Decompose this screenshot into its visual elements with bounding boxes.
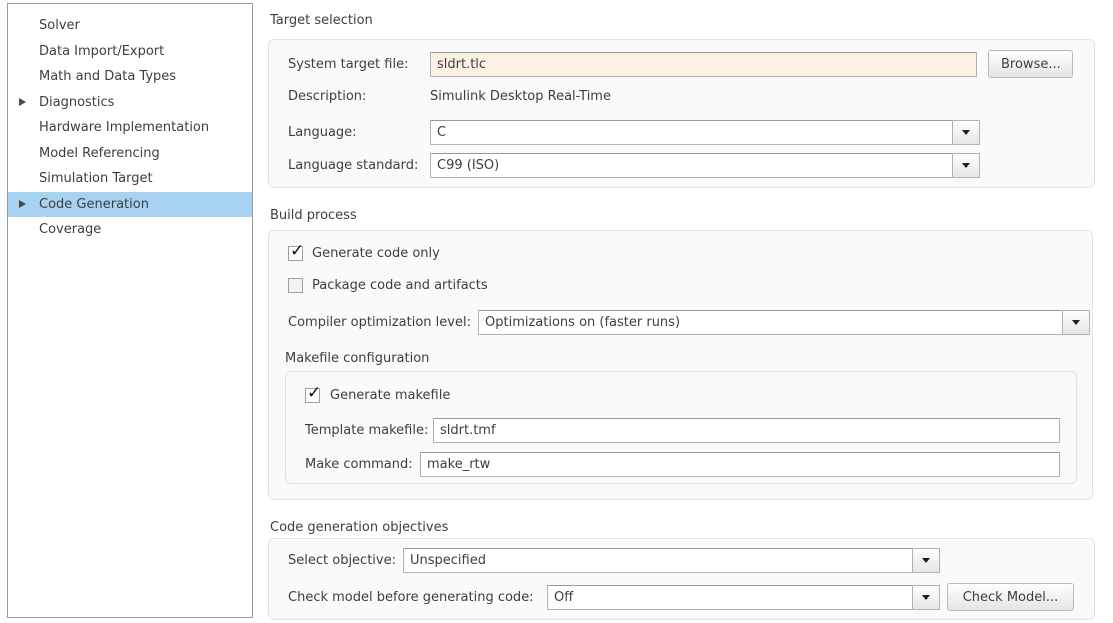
check-model-label: Check model before generating code: [288,585,534,610]
language-value[interactable]: C [430,120,953,145]
description-label: Description: [288,84,366,109]
check-model-value[interactable]: Off [547,585,913,610]
select-objective-dropdown[interactable]: Unspecified [403,548,940,573]
compiler-optimization-label: Compiler optimization level: [288,310,471,335]
package-code-label: Package code and artifacts [312,277,488,294]
description-value: Simulink Desktop Real-Time [430,84,611,109]
chevron-down-icon [922,558,930,563]
language-standard-label: Language standard: [288,153,418,178]
generate-code-only-label: Generate code only [312,245,440,262]
sidebar-item-code-generation[interactable]: Code Generation [8,192,252,218]
sidebar-item-label: Hardware Implementation [39,120,209,135]
config-pane-tree: Solver Data Import/Export Math and Data … [7,3,253,618]
sidebar-item-label: Model Referencing [39,146,160,161]
generate-makefile-label: Generate makefile [330,387,450,404]
chevron-down-icon [962,163,970,168]
generate-makefile-checkbox[interactable] [305,388,320,403]
language-label: Language: [288,120,357,145]
sidebar-item-hardware-implementation[interactable]: Hardware Implementation [8,115,252,141]
dropdown-arrow-button[interactable] [953,153,980,178]
select-objective-label: Select objective: [288,548,396,573]
expander-icon[interactable] [19,98,26,106]
make-command-input[interactable] [420,452,1060,477]
makefile-configuration-title: Makefile configuration [285,346,429,371]
sidebar-item-data-import-export[interactable]: Data Import/Export [8,39,252,65]
generate-code-only-checkbox[interactable] [288,246,303,261]
language-standard-value[interactable]: C99 (ISO) [430,153,953,178]
compiler-optimization-value[interactable]: Optimizations on (faster runs) [478,310,1063,335]
check-model-dropdown[interactable]: Off [547,585,940,610]
chevron-down-icon [962,130,970,135]
expander-icon[interactable] [19,200,26,208]
make-command-label: Make command: [305,452,413,477]
template-makefile-input[interactable] [433,418,1060,443]
sidebar-item-label: Math and Data Types [39,69,176,84]
sidebar-item-label: Data Import/Export [39,44,164,59]
system-target-file-label: System target file: [288,52,408,77]
sidebar-item-label: Simulation Target [39,171,153,186]
browse-button[interactable]: Browse... [988,50,1073,78]
dropdown-arrow-button[interactable] [953,120,980,145]
dropdown-arrow-button[interactable] [1063,310,1090,335]
chevron-down-icon [922,595,930,600]
sidebar-item-label: Coverage [39,222,101,237]
target-selection-title: Target selection [270,13,373,29]
build-process-title: Build process [270,208,357,224]
system-target-file-input[interactable] [430,52,977,77]
code-generation-objectives-title: Code generation objectives [270,520,448,536]
sidebar-item-math-and-data-types[interactable]: Math and Data Types [8,64,252,90]
sidebar-item-label: Diagnostics [39,95,114,110]
template-makefile-label: Template makefile: [305,418,428,443]
select-objective-value[interactable]: Unspecified [403,548,913,573]
sidebar-item-diagnostics[interactable]: Diagnostics [8,90,252,116]
sidebar-item-model-referencing[interactable]: Model Referencing [8,141,252,167]
sidebar-item-coverage[interactable]: Coverage [8,217,252,243]
dropdown-arrow-button[interactable] [913,548,940,573]
chevron-down-icon [1072,320,1080,325]
sidebar-item-label: Solver [39,18,80,33]
language-dropdown[interactable]: C [430,120,980,145]
language-standard-dropdown[interactable]: C99 (ISO) [430,153,980,178]
dropdown-arrow-button[interactable] [913,585,940,610]
check-model-button[interactable]: Check Model... [947,583,1074,611]
sidebar-item-solver[interactable]: Solver [8,13,252,39]
sidebar-item-label: Code Generation [39,197,149,212]
sidebar-item-simulation-target[interactable]: Simulation Target [8,166,252,192]
compiler-optimization-dropdown[interactable]: Optimizations on (faster runs) [478,310,1090,335]
package-code-checkbox[interactable] [288,278,303,293]
